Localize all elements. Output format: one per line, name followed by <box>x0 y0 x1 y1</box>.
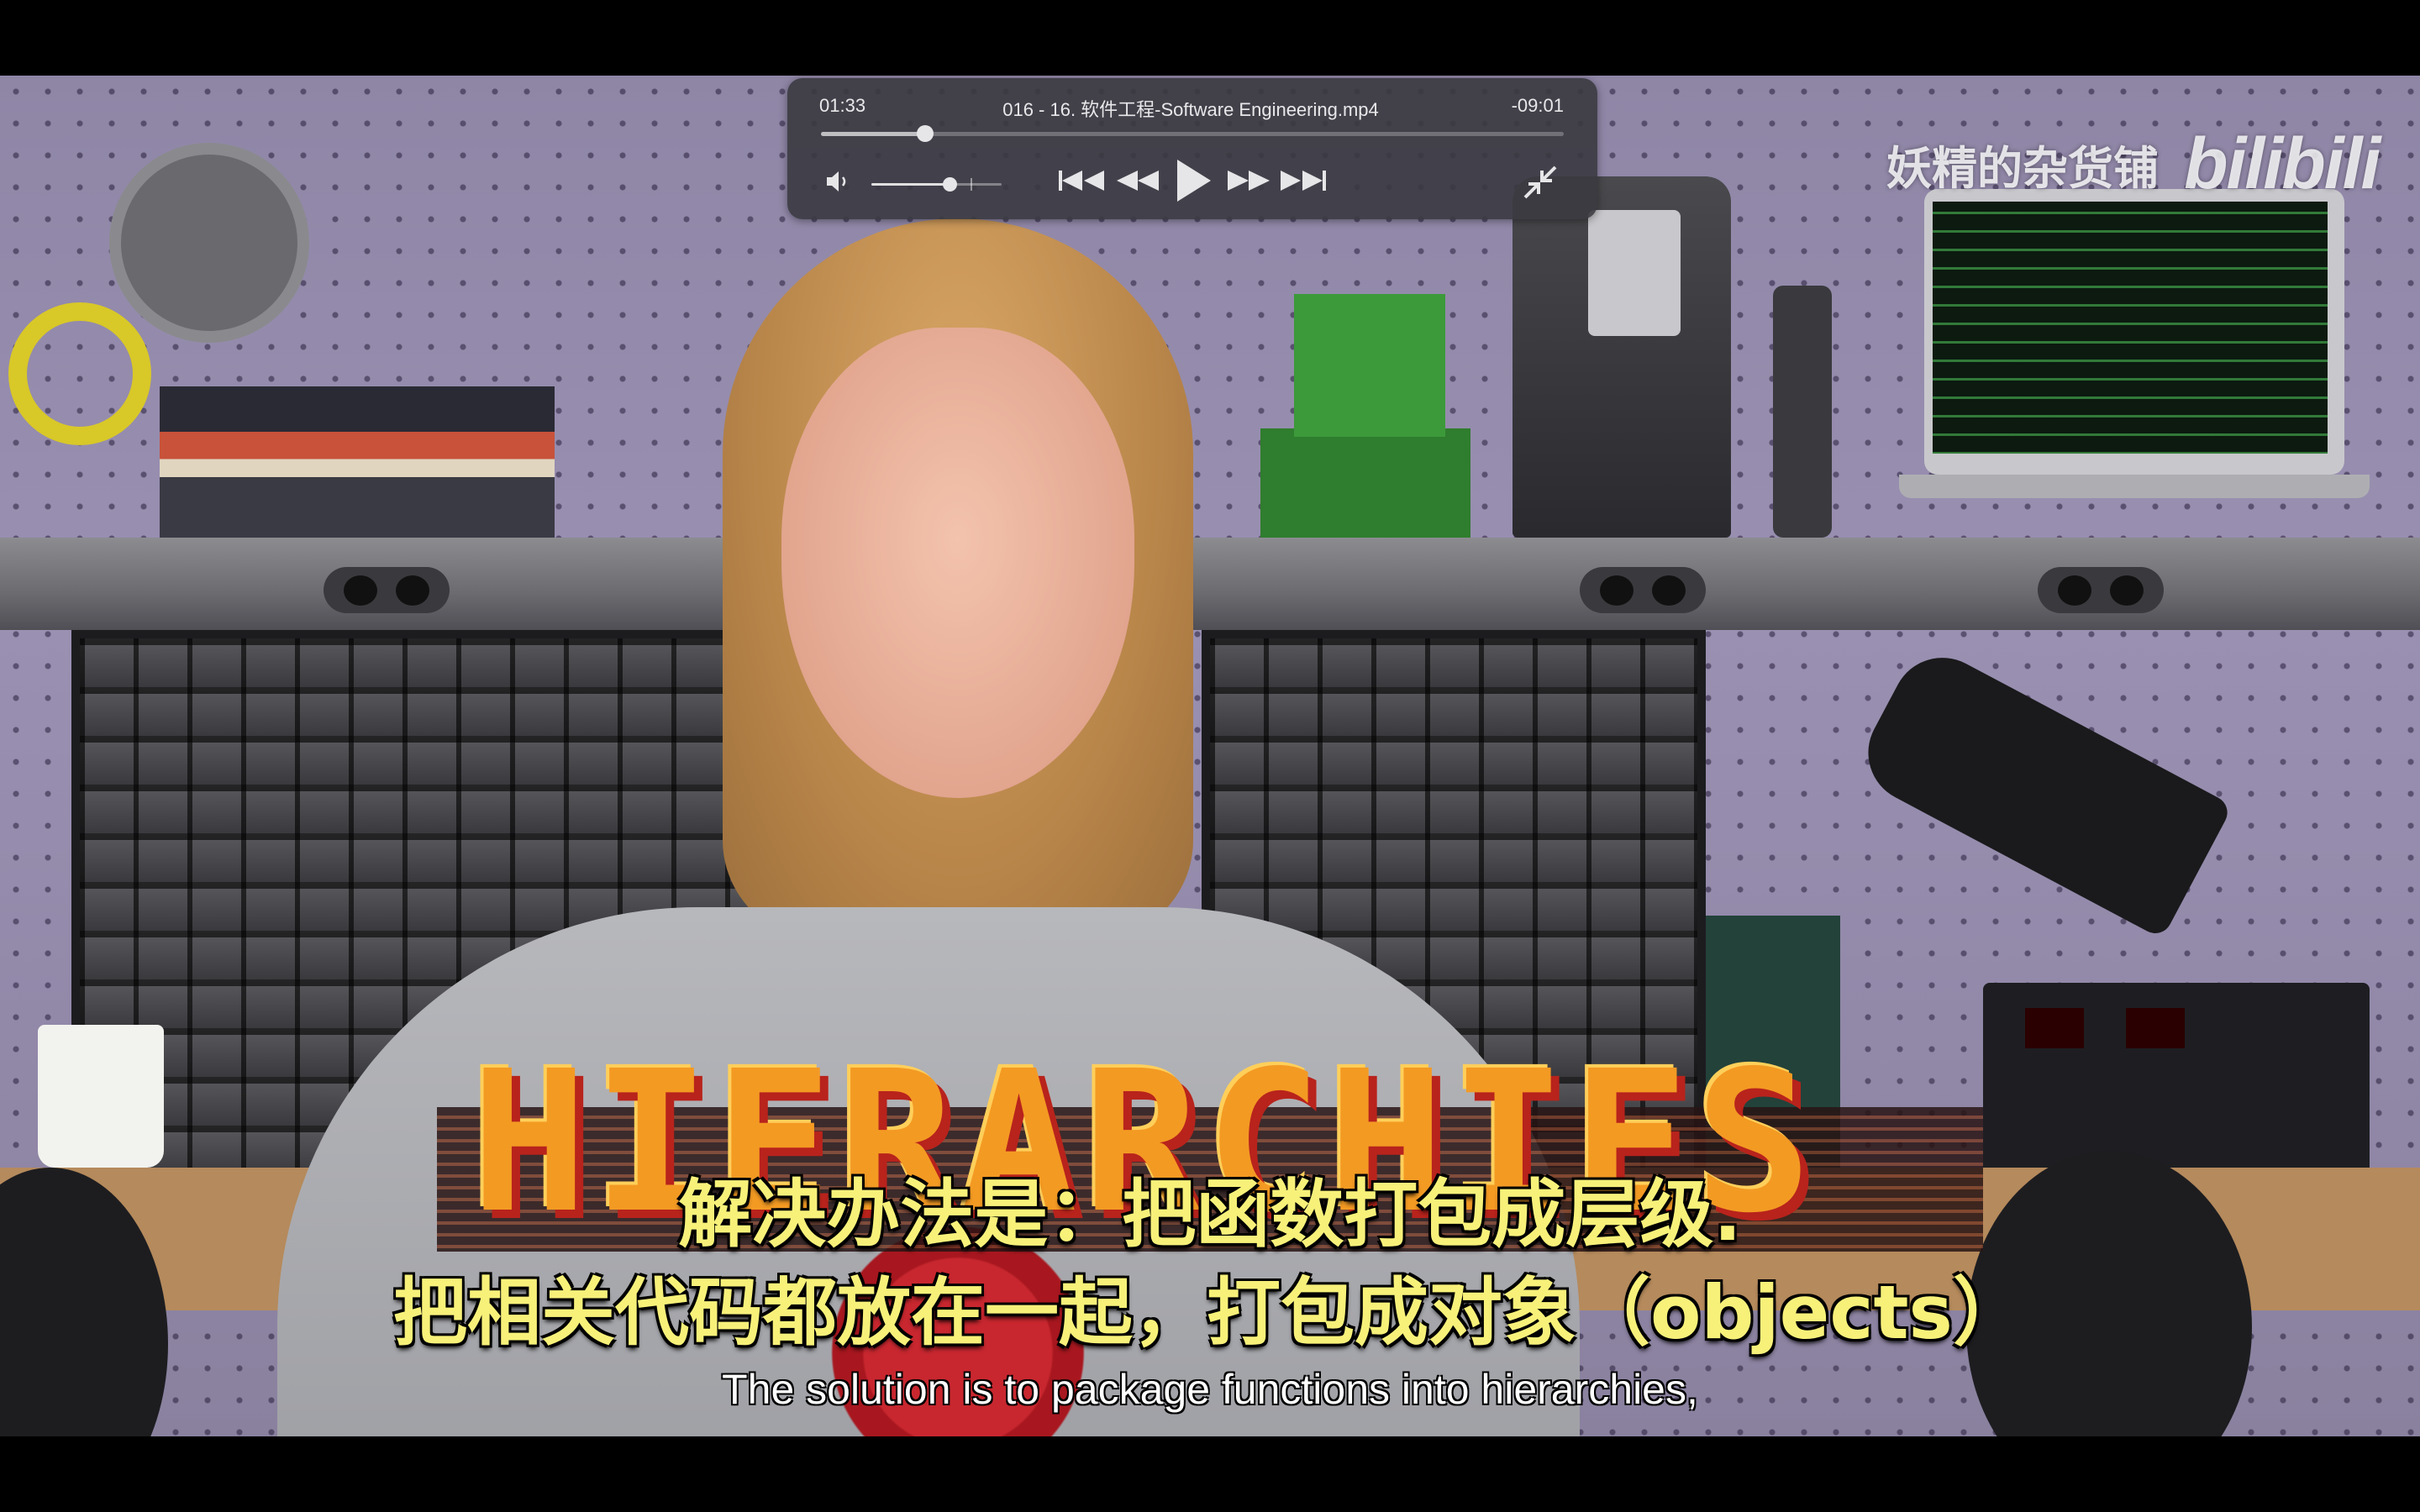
background-heat-gun <box>1850 639 2233 940</box>
rewind-icon[interactable] <box>1113 162 1162 199</box>
background-tape-roll <box>8 302 151 445</box>
fast-forward-icon[interactable] <box>1224 162 1273 199</box>
play-icon[interactable] <box>1171 155 1216 206</box>
subtitle-chinese-line-2: 把相关代码都放在一起，打包成对象（objects） <box>393 1269 2027 1356</box>
background-outlet <box>1580 567 1706 613</box>
progress-scrubber[interactable] <box>916 125 934 142</box>
video-filename: 016 - 16. 软件工程-Software Engineering.mp4 <box>1002 99 1379 120</box>
background-laptop-screen <box>1933 202 2328 454</box>
background-robot-face <box>1588 210 1681 336</box>
power-supply-display <box>2025 1008 2084 1048</box>
speaker-low-icon[interactable] <box>824 169 853 194</box>
video-player-window: HIERARCHIES 解决办法是：把函数打包成层级. 把相关代码都放在一起，打… <box>0 0 2420 1512</box>
volume-tick <box>971 178 972 191</box>
elapsed-time: 01:33 <box>819 95 866 116</box>
watermark-author: 妖精的杂货铺 <box>1886 141 2159 195</box>
background-outlet <box>324 567 450 613</box>
skip-to-start-icon[interactable] <box>1056 162 1107 199</box>
player-controls-hud: 01:33 016 - 16. 软件工程-Software Engineerin… <box>787 78 1597 219</box>
exit-fullscreen-icon[interactable] <box>1520 162 1560 202</box>
watermark: 妖精的杂货铺 bilibili <box>1886 118 2381 210</box>
volume-fill <box>871 183 950 186</box>
volume-knob[interactable] <box>943 177 957 192</box>
watermark-brand-logo: bilibili <box>2184 123 2381 204</box>
presenter-face <box>781 328 1134 798</box>
subtitle-chinese-line-1: 解决办法是：把函数打包成层级. <box>678 1171 1742 1257</box>
background-outlet <box>2038 567 2164 613</box>
background-books <box>160 386 555 538</box>
progress-bar[interactable] <box>821 125 1564 142</box>
background-phone <box>1773 286 1832 538</box>
progress-fill <box>821 132 925 136</box>
background-creeper-body <box>1260 428 1470 538</box>
background-pbs-logo <box>109 143 309 343</box>
subtitle-english: The solution is to package functions int… <box>722 1366 1698 1413</box>
background-mug <box>38 1025 164 1168</box>
power-supply-display <box>2126 1008 2185 1048</box>
background-laptop-base <box>1899 475 2370 498</box>
background-creeper-head <box>1294 294 1445 437</box>
volume-slider[interactable] <box>871 177 1002 192</box>
skip-to-end-icon[interactable] <box>1278 162 1328 199</box>
remaining-time[interactable]: -09:01 <box>1512 95 1564 117</box>
